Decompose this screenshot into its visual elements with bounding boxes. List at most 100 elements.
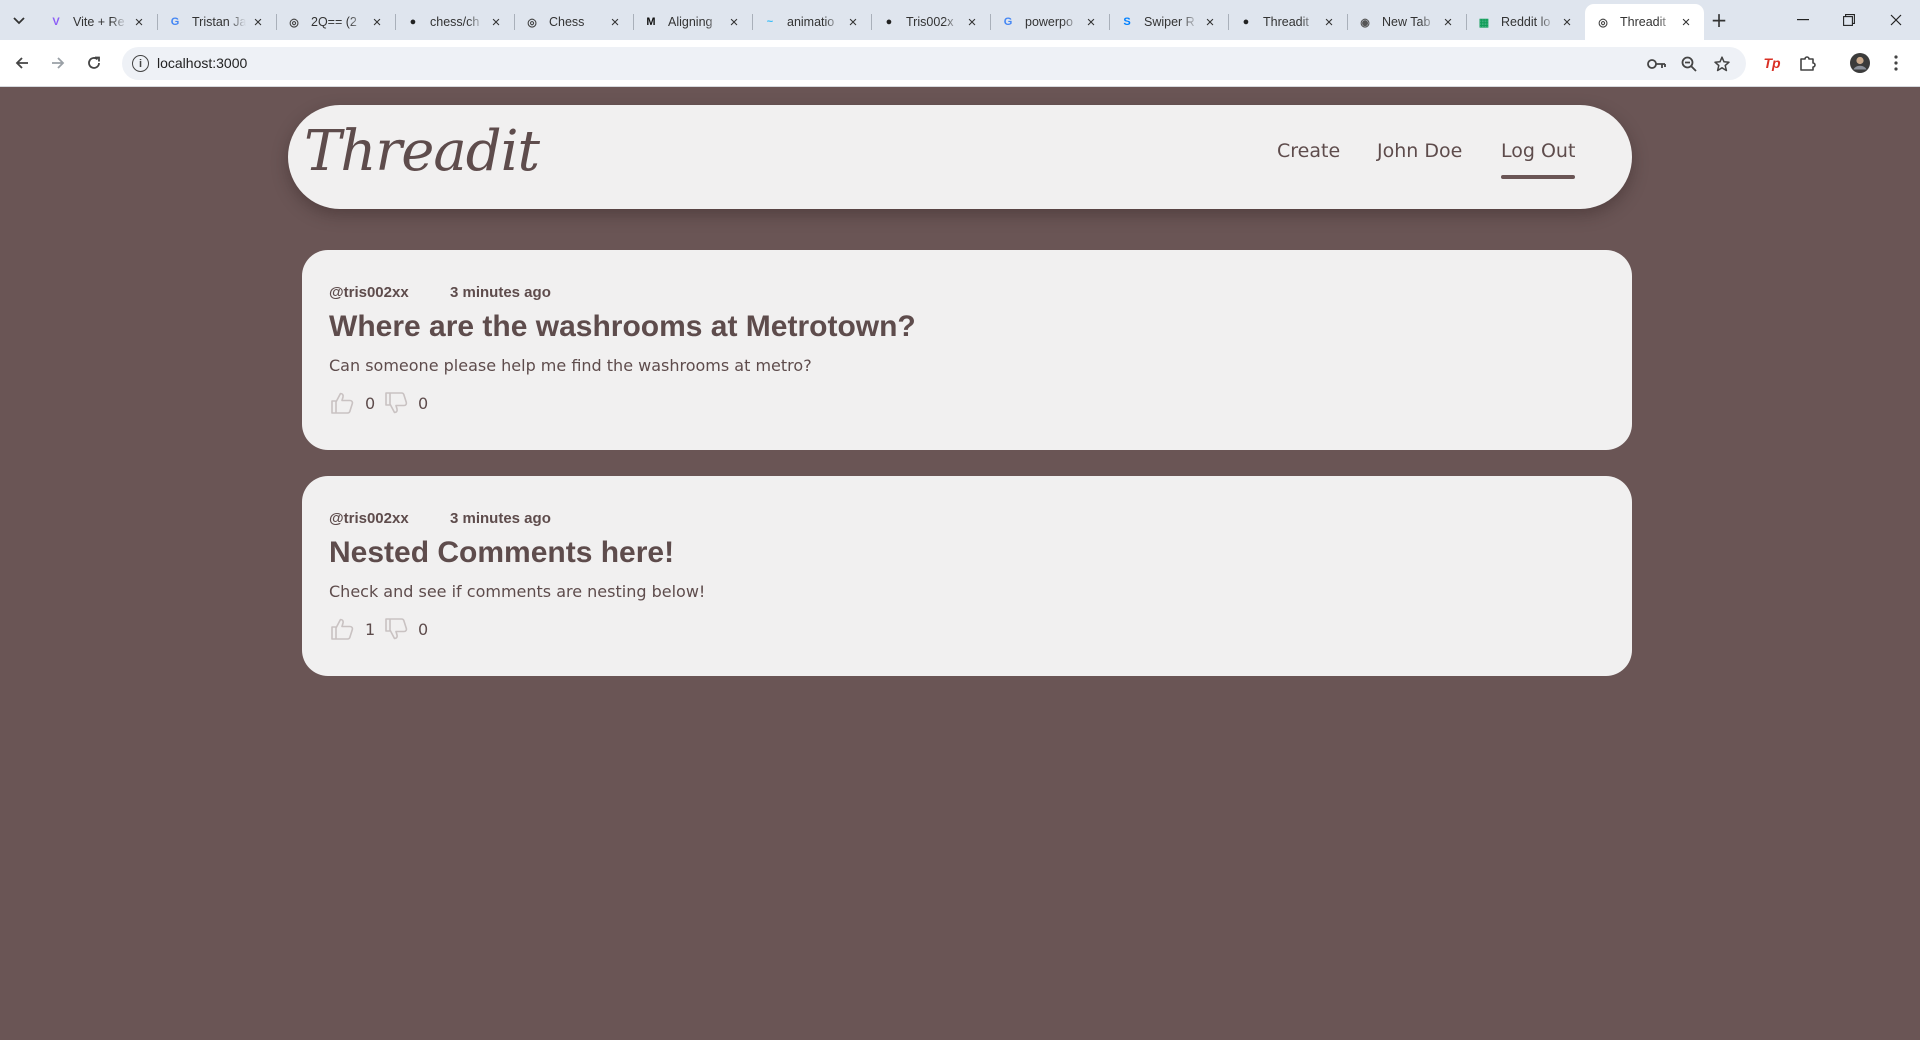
browser-tab[interactable]: M Aligning × bbox=[633, 4, 752, 40]
tab-title: Reddit lo bbox=[1501, 15, 1551, 29]
post-timestamp: 3 minutes ago bbox=[450, 510, 551, 527]
address-url[interactable]: localhost:3000 bbox=[157, 55, 247, 71]
site-logo[interactable]: Threadit bbox=[304, 119, 540, 184]
profile-avatar-icon[interactable] bbox=[1848, 51, 1872, 75]
globe-icon: ◎ bbox=[527, 16, 537, 29]
close-tab-icon[interactable]: × bbox=[722, 14, 746, 31]
browser-tab[interactable]: ◎ 2Q== (2 × bbox=[276, 4, 395, 40]
google-icon: G bbox=[1003, 16, 1013, 28]
zoom-icon[interactable] bbox=[1678, 53, 1700, 75]
like-count: 1 bbox=[365, 620, 376, 639]
github-icon: ● bbox=[885, 16, 893, 28]
browser-tab[interactable]: ~ animatio × bbox=[752, 4, 871, 40]
like-button[interactable] bbox=[329, 616, 355, 642]
password-key-icon[interactable] bbox=[1646, 53, 1668, 75]
close-tab-icon[interactable]: × bbox=[1317, 14, 1341, 31]
extension-tp-icon[interactable]: Tp bbox=[1760, 51, 1784, 75]
close-tab-icon[interactable]: × bbox=[1555, 14, 1579, 31]
address-bar[interactable]: i localhost:3000 bbox=[122, 47, 1746, 80]
tab-title: animatio bbox=[787, 15, 835, 29]
browser-chrome: V Vite + Re × G Tristan Ja × ◎ 2Q== (2 × ● chess/c… bbox=[0, 0, 1920, 87]
close-tab-icon[interactable]: × bbox=[603, 14, 627, 31]
tab-title: chess/ch bbox=[430, 15, 480, 29]
back-icon[interactable] bbox=[8, 49, 36, 77]
extensions-puzzle-icon[interactable] bbox=[1796, 51, 1820, 75]
dislike-button[interactable] bbox=[383, 616, 409, 642]
post-card[interactable]: @tris002xx 3 minutes ago Nested Comments… bbox=[302, 476, 1632, 676]
tailwind-icon: ~ bbox=[766, 16, 774, 28]
tab-title: 2Q== (2 bbox=[311, 15, 357, 29]
forward-icon[interactable] bbox=[44, 49, 72, 77]
reload-icon[interactable] bbox=[80, 49, 108, 77]
google-icon: G bbox=[170, 16, 180, 28]
new-tab-icon[interactable]: + bbox=[1704, 6, 1734, 34]
post-author[interactable]: @tris002xx bbox=[329, 284, 409, 301]
nav-create-link[interactable]: Create bbox=[1277, 140, 1340, 162]
page-content: Threadit Create John Doe Log Out @tris00… bbox=[0, 87, 1920, 1040]
tab-title: Vite + Re bbox=[73, 15, 125, 29]
tab-title: Tristan Ja bbox=[192, 15, 246, 29]
close-tab-icon[interactable]: × bbox=[246, 14, 270, 31]
browser-tab[interactable]: ▦ Reddit lo × bbox=[1466, 4, 1585, 40]
post-title[interactable]: Where are the washrooms at Metrotown? bbox=[329, 310, 916, 344]
globe-icon: ◎ bbox=[289, 16, 299, 29]
tab-search-icon[interactable] bbox=[8, 10, 30, 32]
thumbs-down-icon bbox=[385, 392, 408, 414]
like-button[interactable] bbox=[329, 390, 355, 416]
chrome-icon: ◉ bbox=[1360, 16, 1370, 29]
vite-icon: V bbox=[52, 16, 60, 28]
close-window-icon[interactable] bbox=[1873, 0, 1919, 40]
dislike-count: 0 bbox=[418, 620, 429, 639]
site-info-icon[interactable]: i bbox=[132, 55, 149, 72]
close-tab-icon[interactable]: × bbox=[960, 14, 984, 31]
post-title[interactable]: Nested Comments here! bbox=[329, 536, 674, 570]
post-body: Check and see if comments are nesting be… bbox=[329, 582, 706, 601]
tab-title: powerpo bbox=[1025, 15, 1073, 29]
github-icon: ● bbox=[409, 16, 417, 28]
browser-tab[interactable]: Gpowerpo × bbox=[990, 4, 1109, 40]
dislike-count: 0 bbox=[418, 394, 429, 413]
nav-logout-link[interactable]: Log Out bbox=[1501, 140, 1576, 179]
github-icon: ● bbox=[1242, 16, 1250, 28]
thumbs-down-icon bbox=[385, 618, 408, 640]
close-tab-icon[interactable]: × bbox=[1079, 14, 1103, 31]
browser-tab[interactable]: ◉ New Tab × bbox=[1347, 4, 1466, 40]
tab-title: Threadit bbox=[1263, 15, 1309, 29]
tab-title: Aligning bbox=[668, 15, 713, 29]
browser-tab[interactable]: ◎ Chess × bbox=[514, 4, 633, 40]
browser-tab[interactable]: G Tristan Ja × bbox=[157, 4, 276, 40]
browser-menu-icon[interactable] bbox=[1884, 51, 1908, 75]
browser-tab[interactable]: ◎ Threadit × bbox=[1585, 4, 1704, 40]
nav-user-link[interactable]: John Doe bbox=[1377, 140, 1462, 162]
browser-tab[interactable]: ● chess/ch × bbox=[395, 4, 514, 40]
thumbs-up-icon bbox=[331, 618, 354, 640]
tab-title: Threadit bbox=[1620, 15, 1666, 29]
like-count: 0 bbox=[365, 394, 376, 413]
close-tab-icon[interactable]: × bbox=[1674, 14, 1698, 31]
tab-list: V Vite + Re × G Tristan Ja × ◎ 2Q== (2 × ● chess/c… bbox=[38, 4, 1704, 40]
close-tab-icon[interactable]: × bbox=[365, 14, 389, 31]
post-timestamp: 3 minutes ago bbox=[450, 284, 551, 301]
medium-icon: M bbox=[646, 16, 656, 28]
browser-tab[interactable]: ● Threadit × bbox=[1228, 4, 1347, 40]
restore-icon[interactable] bbox=[1826, 0, 1872, 40]
dislike-button[interactable] bbox=[383, 390, 409, 416]
close-tab-icon[interactable]: × bbox=[484, 14, 508, 31]
post-card[interactable]: @tris002xx 3 minutes ago Where are the w… bbox=[302, 250, 1632, 450]
tab-title: New Tab bbox=[1382, 15, 1431, 29]
browser-tab[interactable]: S Swiper R × bbox=[1109, 4, 1228, 40]
close-tab-icon[interactable]: × bbox=[127, 14, 151, 31]
browser-tab[interactable]: ● Tris002x × bbox=[871, 4, 990, 40]
globe-icon: ◎ bbox=[1598, 16, 1608, 29]
close-tab-icon[interactable]: × bbox=[1198, 14, 1222, 31]
post-author[interactable]: @tris002xx bbox=[329, 510, 409, 527]
close-tab-icon[interactable]: × bbox=[1436, 14, 1460, 31]
close-tab-icon[interactable]: × bbox=[841, 14, 865, 31]
tab-strip: V Vite + Re × G Tristan Ja × ◎ 2Q== (2 × ● chess/c… bbox=[0, 0, 1920, 40]
site-header: Threadit Create John Doe Log Out bbox=[288, 105, 1632, 209]
bookmark-star-icon[interactable] bbox=[1711, 53, 1733, 75]
browser-toolbar: i localhost:3000 Tp bbox=[0, 40, 1920, 87]
tab-title: Chess bbox=[549, 15, 585, 29]
browser-tab[interactable]: V Vite + Re × bbox=[38, 4, 157, 40]
minimize-icon[interactable] bbox=[1780, 0, 1826, 40]
